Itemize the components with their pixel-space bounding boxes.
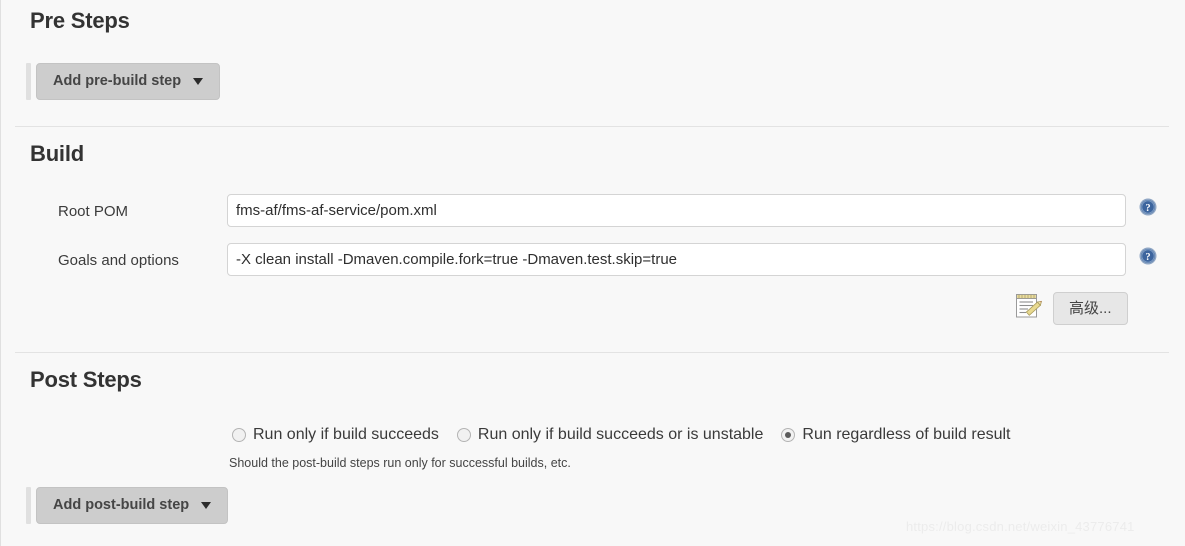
radio-dot-icon (456, 428, 471, 442)
notepad-pencil-icon[interactable] (1014, 292, 1044, 321)
help-circle-icon-root-pom[interactable]: ? (1139, 198, 1157, 216)
build-title: Build (30, 141, 84, 166)
radio-run-if-succeeds-label: Run only if build succeeds (253, 426, 439, 443)
advanced-button[interactable]: 高级... (1053, 292, 1128, 325)
svg-text:?: ? (1145, 203, 1150, 214)
add-pre-build-step-label: Add pre-build step (53, 73, 182, 89)
pre-steps-section: Pre Steps Add pre-build step (1, 0, 1185, 126)
post-build-trigger-radio-group: Run only if build succeeds Run only if b… (232, 426, 1011, 444)
chevron-down-icon (201, 502, 212, 509)
chevron-down-icon (193, 78, 204, 85)
add-post-build-step-button[interactable]: Add post-build step (36, 487, 229, 524)
radio-run-if-succeeds[interactable]: Run only if build succeeds (232, 426, 439, 444)
add-post-build-step-label: Add post-build step (53, 497, 190, 513)
root-pom-input[interactable] (227, 194, 1126, 227)
watermark-text: https://blog.csdn.net/weixin_43776741 (906, 519, 1135, 534)
goals-and-options-input[interactable] (227, 243, 1126, 276)
post-steps-section: Post Steps Run only if build succeeds Ru… (1, 353, 1185, 546)
svg-text:?: ? (1145, 252, 1150, 263)
radio-run-if-succeeds-or-unstable-label: Run only if build succeeds or is unstabl… (477, 426, 764, 443)
radio-dot-icon (232, 428, 246, 442)
add-pre-build-step-button[interactable]: Add pre-build step (36, 63, 221, 100)
add-pre-build-step-wrapper: Add pre-build step (26, 63, 221, 100)
radio-dot-icon-selected (781, 428, 796, 442)
pre-steps-title: Pre Steps (30, 8, 130, 33)
goals-and-options-label: Goals and options (58, 252, 179, 269)
button-accent-bar (26, 487, 31, 524)
post-steps-title: Post Steps (30, 367, 142, 392)
radio-run-regardless-label: Run regardless of build result (802, 426, 1011, 443)
radio-run-regardless[interactable]: Run regardless of build result (781, 426, 1011, 444)
build-configuration-page: Pre Steps Add pre-build step Build Root … (0, 0, 1185, 546)
button-accent-bar (26, 63, 31, 100)
add-post-build-step-wrapper: Add post-build step (26, 487, 229, 524)
build-section: Build Root POM ? Goals and options ? (1, 127, 1185, 352)
help-circle-icon-goals[interactable]: ? (1139, 247, 1157, 265)
post-steps-help-text: Should the post-build steps run only for… (229, 456, 571, 470)
root-pom-label: Root POM (58, 203, 129, 220)
radio-run-if-succeeds-or-unstable[interactable]: Run only if build succeeds or is unstabl… (456, 426, 764, 444)
